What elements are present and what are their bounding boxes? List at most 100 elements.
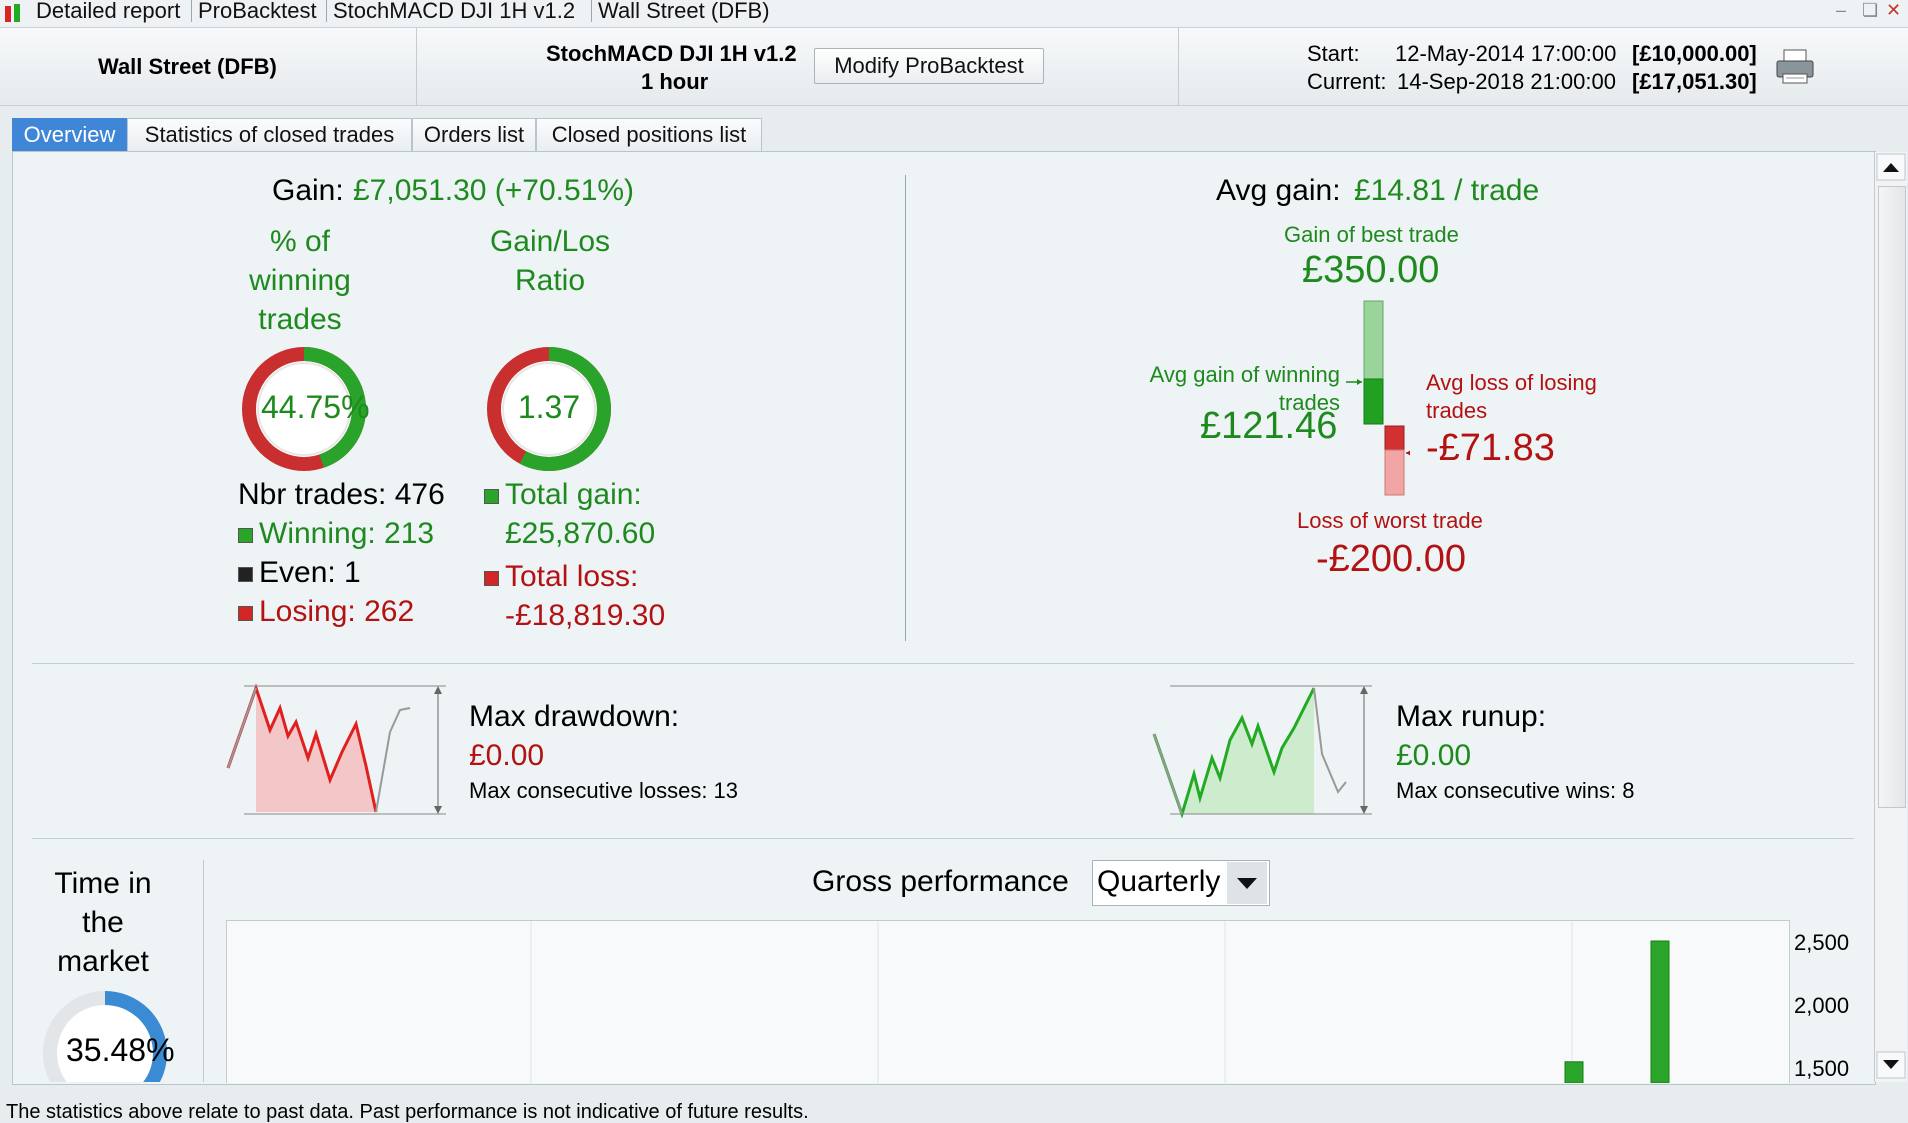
scroll-down-icon[interactable]	[1875, 1050, 1907, 1080]
total-loss-value: -£18,819.30	[505, 599, 666, 632]
scroll-thumb[interactable]	[1878, 186, 1906, 808]
worst-trade-value: -£200.00	[1316, 538, 1467, 580]
worst-trade-label: Loss of worst trade	[1297, 508, 1483, 533]
best-trade-label: Gain of best trade	[1284, 222, 1459, 247]
winning-pct-title-line: trades	[258, 303, 342, 336]
avg-win-label-line: Avg gain of winning	[1149, 362, 1340, 387]
section-divider	[905, 175, 906, 641]
ratio-title-line: Gain/Los	[489, 225, 611, 258]
minimize-icon[interactable]: –	[1836, 0, 1846, 21]
winning-pct-value: 44.75%	[261, 389, 369, 425]
max-consecutive-wins: Max consecutive wins: 8	[1396, 778, 1635, 803]
section-divider	[203, 860, 204, 1082]
period-select-value: Quarterly	[1097, 865, 1221, 898]
gross-performance-svg	[530, 921, 1670, 1084]
ratio-title-line: Ratio	[514, 264, 586, 297]
title-divider	[326, 0, 327, 22]
winning-legend-icon	[238, 527, 253, 543]
tab-closed-positions-list[interactable]: Closed positions list	[536, 118, 762, 151]
max-runup-label: Max runup:	[1396, 700, 1547, 733]
tab-orders-list[interactable]: Orders list	[412, 118, 536, 151]
winning-count: Winning: 213	[238, 517, 434, 551]
app-icon	[5, 4, 20, 22]
best-trade-value: £350.00	[1302, 249, 1440, 291]
winning-pct-title: % of winning trades	[229, 222, 371, 339]
max-consecutive-losses: Max consecutive losses: 13	[469, 778, 739, 803]
current-label: Current:	[1307, 69, 1387, 94]
even-count: Even: 1	[238, 556, 361, 590]
gross-performance-label: Gross performance	[812, 865, 1069, 898]
avg-loss-value: -£71.83	[1426, 427, 1555, 469]
section-divider	[32, 663, 1854, 664]
gain-loss-ratio-value: 1.37	[517, 389, 581, 425]
total-loss-legend-icon	[484, 570, 499, 586]
total-gain-legend-icon	[484, 488, 499, 504]
printer-icon[interactable]	[1774, 48, 1818, 88]
gain-value: £7,051.30 (+70.51%)	[353, 174, 635, 207]
scroll-up-icon[interactable]	[1875, 152, 1907, 182]
total-gain-label: Total gain:	[484, 478, 642, 512]
strategy-name: StochMACD DJI 1H v1.2	[546, 41, 797, 66]
window-title-bar: Detailed report ProBacktest StochMACD DJ…	[0, 0, 1908, 28]
tab-overview[interactable]: Overview	[12, 118, 127, 151]
total-loss-label-text: Total loss:	[505, 560, 639, 593]
close-icon[interactable]: ✕	[1886, 0, 1901, 21]
title-divider	[191, 0, 192, 22]
current-capital: [£17,051.30]	[1632, 69, 1757, 94]
title-part-1: Detailed report	[36, 0, 181, 23]
max-drawdown-label: Max drawdown:	[469, 700, 680, 733]
gain-label: Gain:	[272, 174, 344, 207]
current-date: 14-Sep-2018 21:00:00	[1397, 69, 1616, 94]
losing-count: Losing: 262	[238, 595, 414, 629]
title-part-4: Wall Street (DFB)	[598, 0, 770, 23]
max-drawdown-value: £0.00	[469, 739, 545, 772]
instrument-name: Wall Street (DFB)	[98, 54, 277, 79]
title-part-2: ProBacktest	[198, 0, 317, 23]
time-in-market-value: 35.48%	[66, 1032, 174, 1068]
restore-icon[interactable]: ❏	[1862, 0, 1878, 21]
title-part-3: StochMACD DJI 1H v1.2	[333, 0, 576, 23]
avg-loss-label-line: Avg loss of losing	[1426, 370, 1597, 395]
y-tick-label: 2,000	[1794, 993, 1850, 1018]
avg-loss-label-line: trades	[1426, 398, 1488, 423]
nbr-trades: Nbr trades: 476	[238, 478, 445, 511]
report-header: Wall Street (DFB) StochMACD DJI 1H v1.2 …	[0, 28, 1908, 106]
y-tick-label: 2,500	[1794, 930, 1850, 955]
modify-probacktest-button[interactable]: Modify ProBacktest	[814, 48, 1044, 84]
trade-distribution-bars	[1346, 300, 1410, 496]
winning-pct-title-line: % of	[269, 225, 331, 258]
disclaimer-text: The statistics above relate to past data…	[6, 1101, 809, 1123]
avg-win-value: £121.46	[1200, 405, 1338, 447]
drawdown-chart-icon	[226, 683, 446, 815]
time-in-market-title-line: Time in	[54, 867, 152, 900]
losing-count-text: Losing: 262	[259, 595, 415, 628]
period-select[interactable]: Quarterly	[1092, 860, 1270, 906]
winning-count-text: Winning: 213	[259, 517, 435, 550]
header-divider	[1178, 28, 1179, 105]
start-label: Start:	[1307, 41, 1360, 66]
total-gain-value: £25,870.60	[505, 517, 656, 550]
avg-gain-value: £14.81 / trade	[1354, 174, 1540, 207]
performance-bar	[1564, 1061, 1584, 1084]
even-legend-icon	[238, 566, 253, 582]
time-in-market-title-line: market	[57, 945, 149, 978]
winning-pct-title-line: winning	[249, 264, 351, 297]
losing-legend-icon	[238, 605, 253, 621]
chevron-down-icon[interactable]	[1227, 862, 1267, 904]
section-divider	[32, 838, 1854, 839]
total-loss-label: Total loss:	[484, 560, 638, 594]
max-runup-value: £0.00	[1396, 739, 1472, 772]
tab-statistics-closed-trades[interactable]: Statistics of closed trades	[127, 118, 412, 151]
status-bar: The statistics above relate to past data…	[0, 1098, 1908, 1122]
title-divider	[591, 0, 592, 22]
avg-loss-label: Avg loss of losing trades	[1426, 369, 1597, 425]
time-in-market-title-line: the	[82, 906, 124, 939]
time-in-market-donut-clip: 35.48%	[30, 980, 180, 1082]
performance-bar	[1650, 940, 1670, 1084]
header-divider	[416, 28, 417, 105]
avg-gain-label: Avg gain:	[1216, 174, 1341, 207]
gain-loss-ratio-title: Gain/Los Ratio	[470, 222, 630, 300]
vertical-scrollbar[interactable]	[1874, 152, 1907, 1082]
gross-performance-chart	[226, 920, 1790, 1084]
timeframe: 1 hour	[641, 69, 709, 94]
